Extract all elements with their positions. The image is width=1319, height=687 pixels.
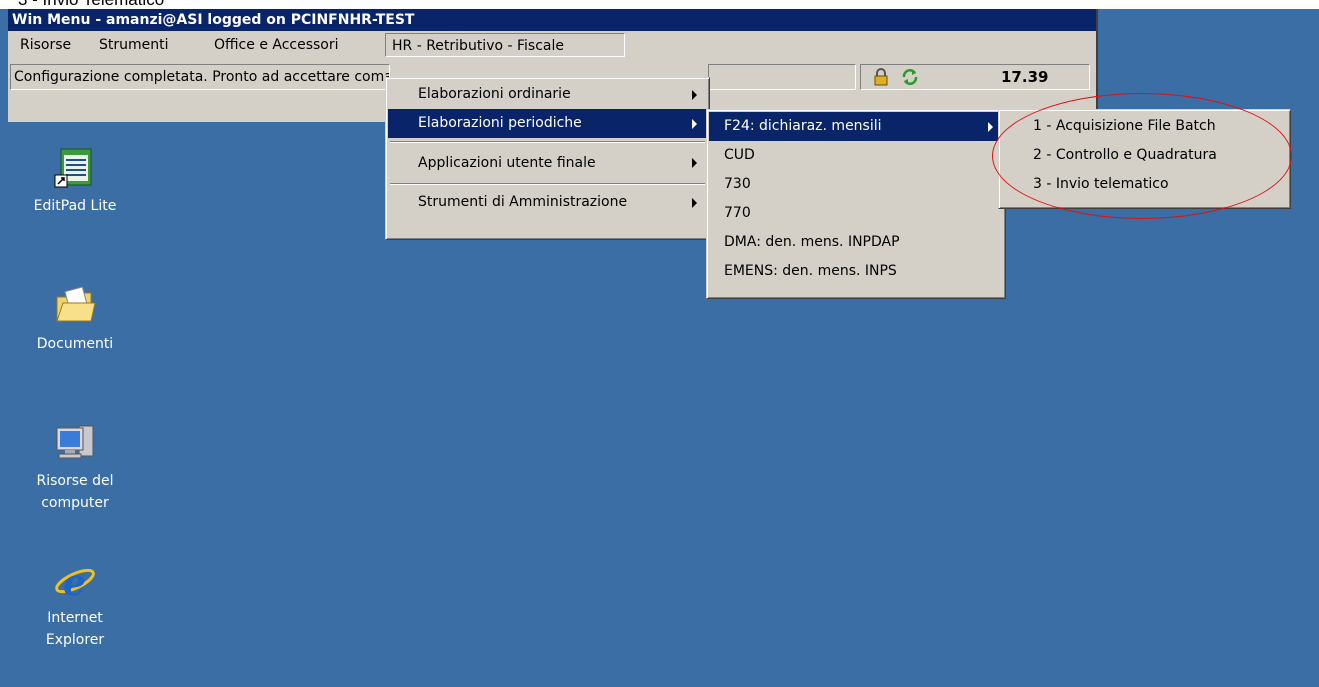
lock-icon <box>873 68 889 89</box>
submenu-arrow-icon <box>692 158 697 168</box>
menu-strumenti[interactable]: Strumenti <box>93 33 175 57</box>
annotation-ellipse <box>992 93 1292 219</box>
menu-item-730[interactable]: 730 <box>709 170 1003 199</box>
caption-text: 3 - Invio Telematico <box>18 0 164 9</box>
menu-item-cud[interactable]: CUD <box>709 141 1003 170</box>
menu-separator <box>388 138 707 146</box>
menu-item-strumenti-amministrazione[interactable]: Strumenti di Amministrazione <box>388 188 707 217</box>
desktop-icon-internet-explorer[interactable]: e Internet Explorer <box>25 557 125 651</box>
ie-icon: e <box>53 557 97 604</box>
menu-separator <box>388 180 707 188</box>
desktop-icon-label: Risorse del computer <box>36 473 114 511</box>
menu-hr-dropdown: Elaborazioni ordinarie Elaborazioni peri… <box>385 77 710 240</box>
refresh-icon <box>901 68 919 89</box>
menu-item-emens[interactable]: EMENS: den. mens. INPS <box>709 257 1003 286</box>
desktop-icon-risorse-computer[interactable]: Risorse del computer <box>25 420 125 514</box>
submenu-arrow-icon <box>692 90 697 100</box>
desktop-icon-label: Documenti <box>36 336 114 352</box>
desktop-icon-editpad[interactable]: EditPad Lite <box>25 145 125 217</box>
menu-bar: Risorse Strumenti Office e Accessori HR … <box>8 31 1096 59</box>
menu-item-dma[interactable]: DMA: den. mens. INPDAP <box>709 228 1003 257</box>
svg-text:e: e <box>63 562 86 601</box>
submenu-arrow-icon <box>988 122 993 132</box>
folder-icon <box>53 283 97 327</box>
menu-item-f24[interactable]: F24: dichiaraz. mensili <box>709 112 1003 141</box>
desktop-icon-label: EditPad Lite <box>33 198 117 214</box>
menu-item-770[interactable]: 770 <box>709 199 1003 228</box>
menu-item-applicazioni-utente-finale[interactable]: Applicazioni utente finale <box>388 146 707 180</box>
status-panel-clock: 17.39 <box>860 64 1090 90</box>
menu-item-elaborazioni-periodiche[interactable]: Elaborazioni periodiche <box>388 109 707 138</box>
computer-icon <box>53 420 97 464</box>
desktop-icon-label: Internet Explorer <box>45 610 105 648</box>
window-title[interactable]: Win Menu - amanzi@ASI logged on PCINFNHR… <box>8 9 1096 31</box>
menu-periodiche-dropdown: F24: dichiaraz. mensili CUD 730 770 DMA:… <box>706 109 1006 299</box>
menu-office-accessori[interactable]: Office e Accessori <box>208 33 345 57</box>
menu-hr-retributivo-fiscale[interactable]: HR - Retributivo - Fiscale <box>385 33 625 57</box>
status-panel-empty <box>708 64 856 90</box>
menu-item-elaborazioni-ordinarie[interactable]: Elaborazioni ordinarie <box>388 80 707 109</box>
notepad-icon <box>53 145 97 189</box>
desktop-icon-documenti[interactable]: Documenti <box>25 283 125 355</box>
menu-risorse[interactable]: Risorse <box>14 33 77 57</box>
status-text: Configurazione completata. Pronto ad acc… <box>10 64 390 90</box>
clock: 17.39 <box>1001 68 1049 86</box>
submenu-arrow-icon <box>692 198 697 208</box>
submenu-arrow-icon <box>692 119 697 129</box>
